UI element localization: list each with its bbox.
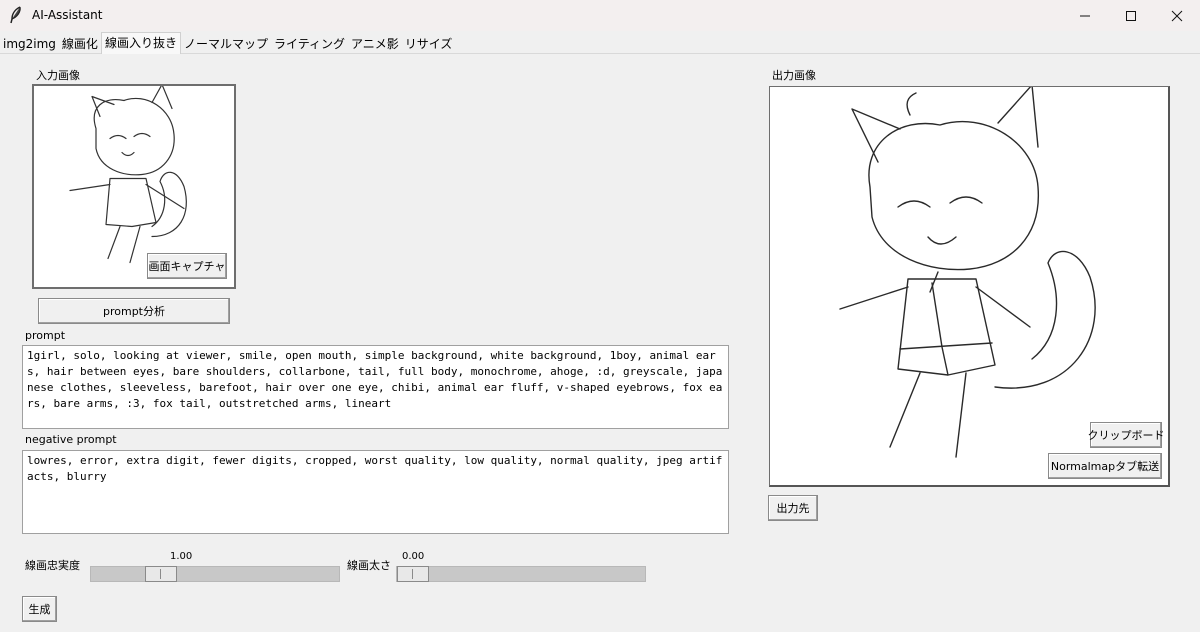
fidelity-slider-thumb[interactable] [145,566,177,582]
generate-button[interactable]: 生成 [22,596,57,622]
maximize-icon [1126,10,1136,21]
negative-prompt-textarea[interactable]: lowres, error, extra digit, fewer digits… [22,450,729,534]
tab-resize[interactable]: リサイズ [401,35,456,53]
tab-lighting[interactable]: ライティング [270,35,349,53]
feather-icon [10,6,21,24]
fidelity-value: 1.00 [170,551,193,562]
title-bar: AI-Assistant [0,0,1200,31]
fidelity-label: 線画忠実度 [25,559,80,572]
maximize-button[interactable] [1108,0,1154,31]
tab-bar: img2img 線画化 線画入り抜き ノーマルマップ ライティング アニメ影 リ… [0,32,456,54]
thickness-slider[interactable] [396,566,646,582]
close-icon [1171,10,1183,21]
minimize-icon [1080,15,1090,16]
negative-prompt-label: negative prompt [25,433,117,446]
minimize-button[interactable] [1062,0,1108,31]
thickness-slider-thumb[interactable] [397,566,429,582]
normalmap-transfer-button[interactable]: Normalmapタブ転送 [1048,453,1162,479]
prompt-analyze-button[interactable]: prompt分析 [38,298,230,324]
screen-capture-button[interactable]: 画面キャプチャ [147,253,227,279]
tab-lineart[interactable]: 線画化 [58,35,101,53]
thickness-value: 0.00 [402,551,425,562]
output-image-label: 出力画像 [772,69,816,82]
input-image-label: 入力画像 [36,69,80,82]
tab-img2img[interactable]: img2img [0,35,59,53]
window-title: AI-Assistant [32,8,103,22]
output-destination-button[interactable]: 出力先 [768,495,818,521]
prompt-textarea[interactable]: 1girl, solo, looking at viewer, smile, o… [22,345,729,429]
tab-anime-shadow[interactable]: アニメ影 [348,35,402,53]
thickness-label: 線画太さ [347,559,391,572]
tab-normal-map[interactable]: ノーマルマップ [180,35,271,53]
prompt-label: prompt [25,329,66,342]
fidelity-slider[interactable] [90,566,340,582]
tab-lineart-extract[interactable]: 線画入り抜き [100,32,181,54]
clipboard-button[interactable]: クリップボード [1088,422,1165,448]
output-image-frame[interactable]: クリップボード Normalmapタブ転送 [769,84,1170,487]
close-button[interactable] [1154,0,1200,31]
